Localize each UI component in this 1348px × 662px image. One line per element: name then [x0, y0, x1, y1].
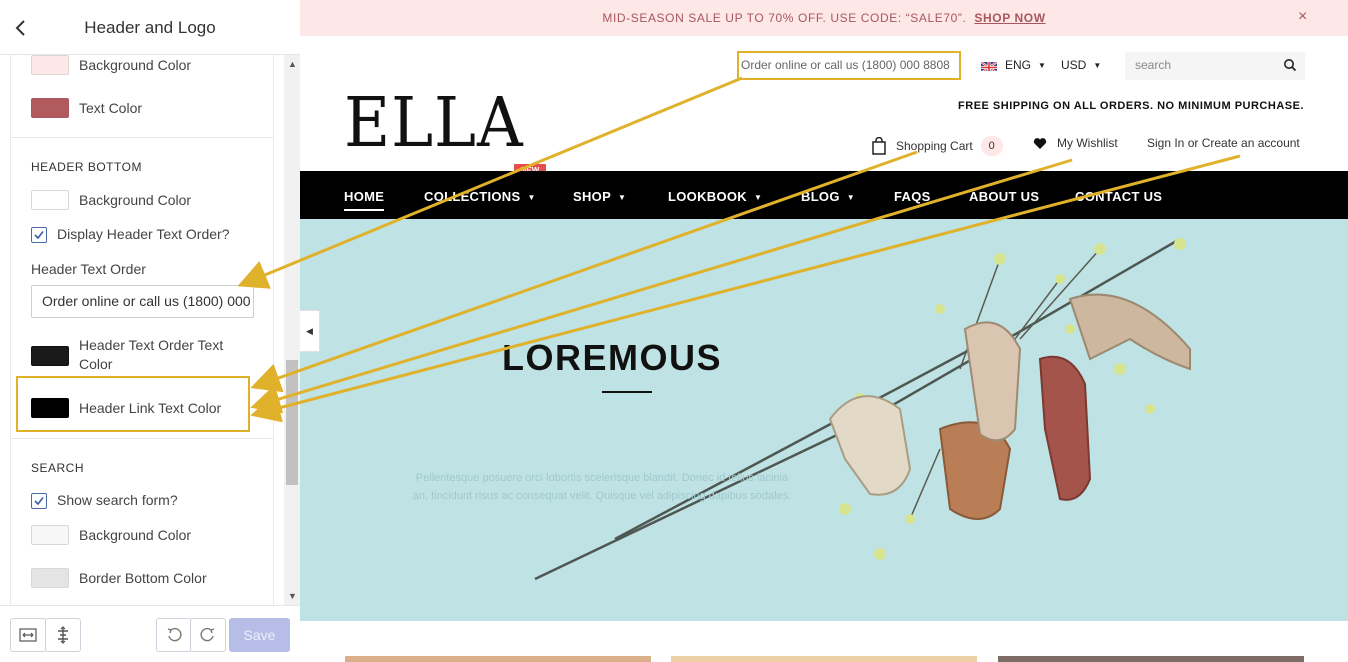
- promo-text: MID-SEASON SALE UP TO 70% OFF. USE CODE:…: [602, 11, 967, 25]
- nav-item-home[interactable]: HOME: [344, 189, 385, 211]
- promo-bar: MID-SEASON SALE UP TO 70% OFF. USE CODE:…: [300, 0, 1348, 36]
- uk-flag-icon: [981, 60, 997, 71]
- hero-banner[interactable]: LOREMOUS Pellentesque posuere orci lobor…: [300, 219, 1348, 621]
- panel-footer: Save: [0, 605, 300, 662]
- display-order-checkbox[interactable]: [31, 226, 47, 243]
- background-color-swatch[interactable]: [31, 55, 69, 75]
- border-color-swatch[interactable]: [31, 568, 69, 588]
- section-title-search: SEARCH: [31, 461, 85, 475]
- nav-label: SHOP: [573, 189, 612, 204]
- wishlist-label: My Wishlist: [1057, 136, 1118, 150]
- background-color-label: Background Color: [79, 56, 192, 73]
- hero-text: Pellentesque posuere orci lobortis scele…: [412, 472, 792, 502]
- search-icon[interactable]: [1283, 58, 1297, 72]
- scroll-up-arrow-icon[interactable]: ▲: [288, 59, 297, 69]
- settings-panel: Header and Logo Background Color Text Co…: [0, 0, 300, 662]
- hero-title: LOREMOUS: [502, 337, 723, 378]
- nav-item-shop[interactable]: SHOP ▼: [573, 189, 626, 204]
- text-color-row[interactable]: Text Color: [31, 98, 142, 118]
- search-input[interactable]: search: [1125, 52, 1305, 80]
- wishlist-link[interactable]: My Wishlist: [1033, 136, 1118, 150]
- main-navigation: HOME COLLECTIONS ▼ SHOP ▼ LOOKBOOK ▼ BLOG ▼ …: [300, 171, 1348, 219]
- scroll-thumb[interactable]: [286, 360, 298, 485]
- background-color-swatch[interactable]: [31, 525, 69, 545]
- highlight-link-color: [16, 376, 250, 432]
- shipping-notice: FREE SHIPPING ON ALL ORDERS. NO MINIMUM …: [958, 100, 1304, 112]
- store-logo[interactable]: ELLA: [344, 84, 524, 164]
- cart-count-badge: 0: [980, 136, 1003, 156]
- collapse-panel-button[interactable]: ◀: [300, 310, 320, 352]
- currency-value: USD: [1061, 58, 1087, 72]
- language-value: ENG: [1005, 58, 1032, 72]
- section-title-header-bottom: HEADER BOTTOM: [31, 160, 142, 174]
- show-search-form-row[interactable]: Show search form?: [31, 491, 178, 510]
- top-background-color-row[interactable]: Background Color: [31, 55, 191, 75]
- nav-item-about-us[interactable]: ABOUT US: [969, 189, 1039, 204]
- hero-divider: [602, 391, 652, 393]
- nav-item-blog[interactable]: BLOG ▼: [801, 189, 855, 204]
- settings-list: Background Color Text Color HEADER BOTTO…: [10, 55, 274, 605]
- header-text-order-color-row[interactable]: Header Text Order Text Color: [31, 336, 239, 374]
- product-thumbnail[interactable]: [671, 656, 977, 662]
- cart-label: Shopping Cart: [896, 139, 973, 153]
- text-order-color-label: Header Text Order Text Color: [79, 337, 224, 372]
- full-width-toggle-button[interactable]: [10, 618, 46, 652]
- text-color-swatch[interactable]: [31, 98, 69, 118]
- nav-item-collections[interactable]: COLLECTIONS ▼: [424, 189, 536, 204]
- close-icon[interactable]: ×: [1298, 0, 1308, 34]
- shopping-bag-icon: [872, 137, 886, 155]
- product-thumbnail[interactable]: [998, 656, 1304, 662]
- account-link[interactable]: Sign In or Create an account: [1147, 136, 1300, 150]
- text-color-label: Text Color: [79, 99, 143, 116]
- language-selector[interactable]: ENG ▼: [1005, 58, 1046, 72]
- nav-label: LOOKBOOK: [668, 189, 747, 204]
- show-search-checkbox[interactable]: [31, 492, 47, 509]
- sandals-flowers-image: [534, 237, 1191, 581]
- store-preview: MID-SEASON SALE UP TO 70% OFF. USE CODE:…: [300, 0, 1348, 662]
- nav-item-contact-us[interactable]: CONTACT US: [1075, 189, 1162, 204]
- chevron-down-icon: ▼: [846, 193, 855, 202]
- divider: [11, 438, 273, 439]
- border-bottom-color-row[interactable]: Border Bottom Color: [31, 568, 207, 588]
- text-order-color-swatch[interactable]: [31, 346, 69, 366]
- shopping-cart-link[interactable]: Shopping Cart 0: [871, 136, 1003, 156]
- product-thumbnail[interactable]: [345, 656, 651, 662]
- chevron-down-icon: ▼: [1038, 61, 1046, 70]
- nav-label: BLOG: [801, 189, 840, 204]
- background-color-label: Background Color: [79, 191, 192, 208]
- shop-now-link[interactable]: SHOP NOW: [974, 11, 1045, 25]
- redo-button[interactable]: [190, 618, 226, 652]
- chevron-down-icon: ▼: [527, 193, 536, 202]
- background-color-swatch[interactable]: [31, 190, 69, 210]
- search-background-row[interactable]: Background Color: [31, 525, 191, 545]
- chevron-down-icon: ▼: [618, 193, 627, 202]
- undo-button[interactable]: [156, 618, 192, 652]
- account-label: Sign In or Create an account: [1147, 136, 1300, 150]
- border-color-label: Border Bottom Color: [79, 569, 207, 586]
- nav-item-lookbook[interactable]: LOOKBOOK ▼: [668, 189, 762, 204]
- display-order-label: Display Header Text Order?: [57, 226, 230, 242]
- save-button[interactable]: Save: [229, 618, 290, 652]
- header-text-order-input[interactable]: Order online or call us (1800) 000 8808: [31, 285, 254, 318]
- chevron-down-icon: ▼: [753, 193, 763, 202]
- show-search-label: Show search form?: [57, 492, 178, 508]
- panel-scrollbar[interactable]: ▲ ▼: [284, 55, 300, 605]
- scroll-down-arrow-icon[interactable]: ▼: [288, 591, 297, 601]
- search-placeholder: search: [1135, 58, 1172, 72]
- background-color-label: Background Color: [79, 526, 192, 543]
- divider: [11, 137, 273, 138]
- heart-icon: [1033, 137, 1047, 149]
- highlight-order-text: [737, 51, 961, 80]
- display-header-text-order-row[interactable]: Display Header Text Order?: [31, 225, 229, 244]
- header-text-order-label: Header Text Order: [31, 261, 146, 277]
- panel-title: Header and Logo: [84, 18, 216, 37]
- panel-header: Header and Logo: [0, 0, 300, 55]
- inspector-toggle-button[interactable]: [45, 618, 81, 652]
- header-bottom-background-row[interactable]: Background Color: [31, 190, 191, 210]
- chevron-down-icon: ▼: [1093, 61, 1102, 70]
- nav-item-faqs[interactable]: FAQS: [894, 189, 931, 204]
- currency-selector[interactable]: USD ▼: [1061, 58, 1101, 72]
- customizer-window: Header and Logo Background Color Text Co…: [0, 0, 1348, 662]
- nav-label: COLLECTIONS: [424, 189, 521, 204]
